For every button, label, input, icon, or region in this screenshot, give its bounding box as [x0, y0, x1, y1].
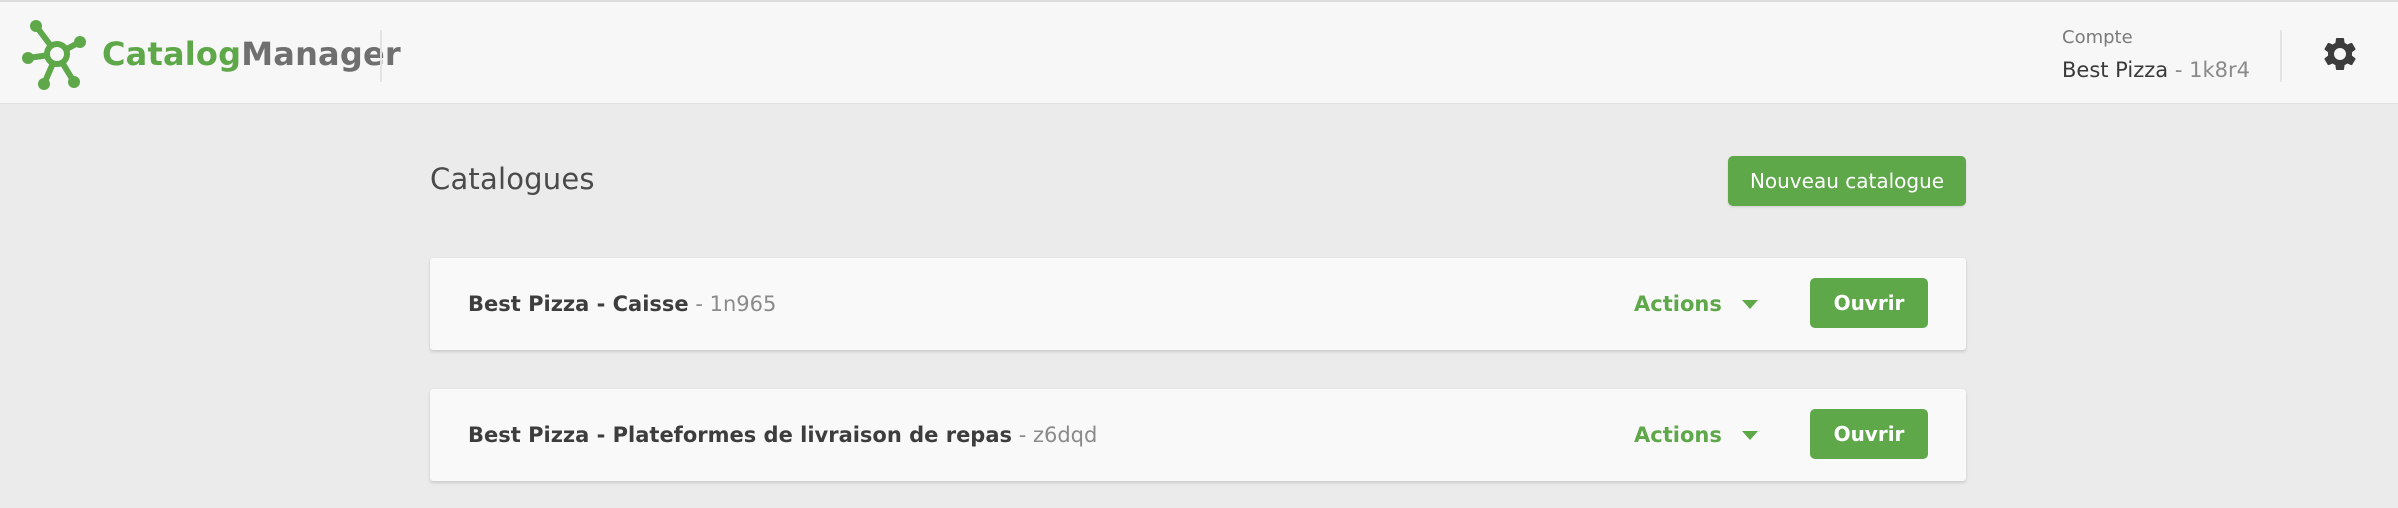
catalog-card: Best Pizza - Plateformes de livraison de…: [430, 389, 1966, 481]
new-catalog-button[interactable]: Nouveau catalogue: [1728, 156, 1966, 206]
catalog-name: Best Pizza - Caisse: [468, 292, 689, 316]
catalog-card: Best Pizza - Caisse - 1n965 Actions Ouvr…: [430, 258, 1966, 350]
gear-icon[interactable]: [2320, 34, 2360, 74]
catalog-separator: -: [695, 292, 703, 316]
page-title: Catalogues: [430, 162, 595, 196]
header-divider-right: [2280, 30, 2282, 82]
actions-label: Actions: [1634, 292, 1722, 316]
caret-down-icon: [1741, 299, 1758, 309]
catalog-title: Best Pizza - Plateformes de livraison de…: [468, 389, 1097, 481]
top-bar: CatalogManager Compte Best Pizza - 1k8r4: [0, 0, 2398, 104]
catalog-separator: -: [1018, 423, 1027, 447]
brand-logo[interactable]: CatalogManager: [22, 18, 401, 90]
actions-label: Actions: [1634, 423, 1722, 447]
account-separator: -: [2174, 58, 2183, 82]
brand-name: CatalogManager: [102, 35, 401, 73]
account-label: Compte: [2062, 27, 2133, 48]
open-catalog-button[interactable]: Ouvrir: [1810, 278, 1928, 328]
catalog-name: Best Pizza - Plateformes de livraison de…: [468, 423, 1013, 447]
actions-dropdown[interactable]: Actions: [1634, 258, 1758, 350]
header-divider: [380, 30, 382, 82]
account-name: Best Pizza: [2062, 58, 2169, 82]
catalog-id: 1n965: [709, 292, 777, 316]
brand-name-part1: Catalog: [102, 35, 242, 73]
catalog-title: Best Pizza - Caisse - 1n965: [468, 258, 776, 350]
actions-dropdown[interactable]: Actions: [1634, 389, 1758, 481]
account-value: Best Pizza - 1k8r4: [2062, 54, 2250, 86]
caret-down-icon: [1741, 430, 1758, 440]
catalog-id: z6dqd: [1032, 423, 1098, 447]
account-id: 1k8r4: [2189, 58, 2250, 82]
network-node-icon: [22, 20, 86, 90]
account-info[interactable]: Compte Best Pizza - 1k8r4: [2062, 26, 2250, 86]
brand-name-part2: Manager: [241, 35, 401, 73]
open-catalog-button[interactable]: Ouvrir: [1810, 409, 1928, 459]
